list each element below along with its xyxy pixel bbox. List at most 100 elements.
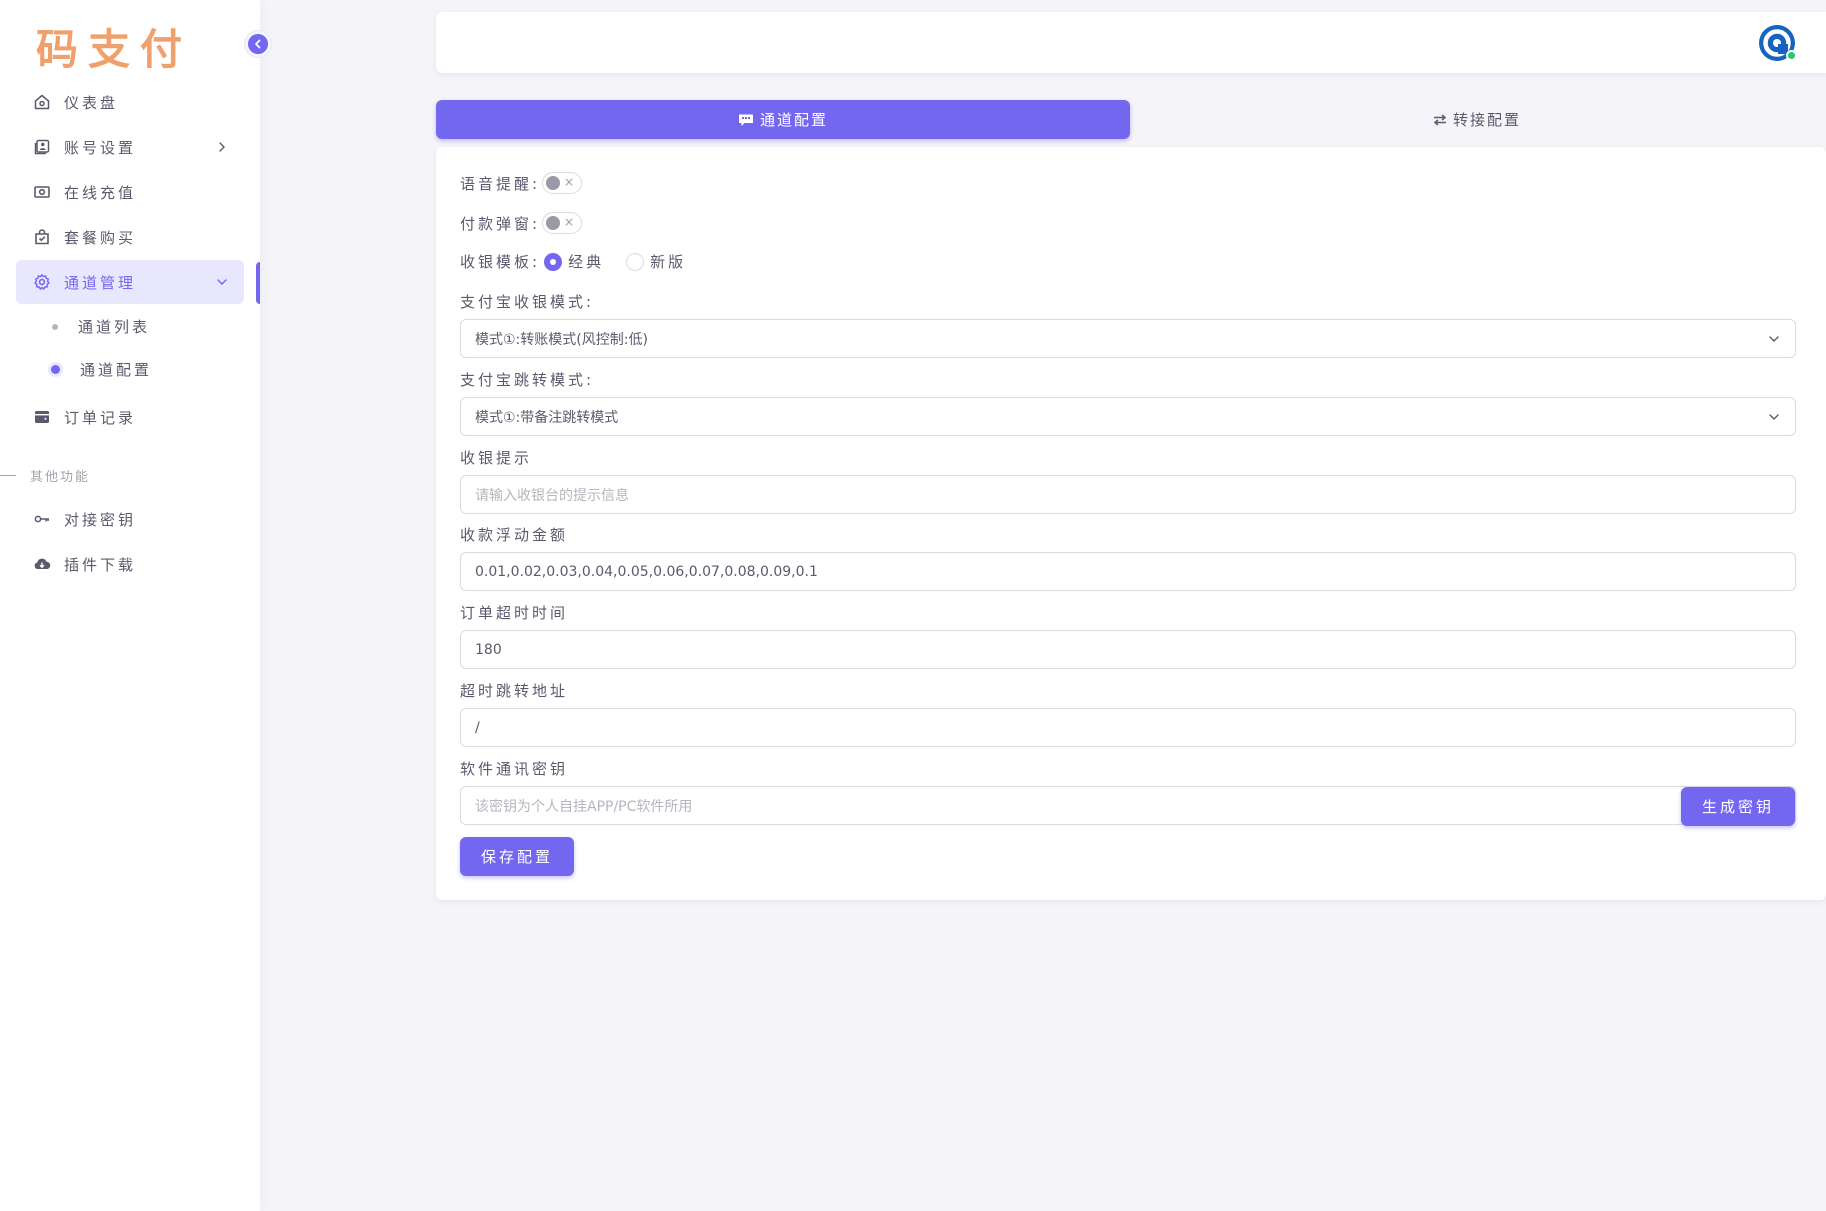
voice-reminder-toggle[interactable]: × [542, 172, 583, 194]
float-amount-field: 收款浮动金额 0.01,0.02,0.03,0.04,0.05,0.06,0.0… [460, 524, 1796, 591]
generate-key-button[interactable]: 生成密钥 [1681, 787, 1795, 826]
cloud-download-icon [32, 554, 52, 574]
order-timeout-input[interactable]: 180 [460, 630, 1796, 669]
sidebar-section-header: 其他功能 [0, 453, 244, 497]
user-avatar[interactable] [1758, 24, 1797, 62]
select-value: 模式①:带备注跳转模式 [475, 409, 619, 426]
sidebar-item-label: 对接密钥 [64, 510, 137, 529]
sidebar-item-label: 插件下载 [64, 555, 137, 574]
sidebar: 码支付 仪表盘 账号设置 在线充值 套餐购买 通道管理 通道列表 通道配置 订单… [0, 0, 271, 1211]
field-label: 支付宝收银模式: [460, 293, 595, 311]
sidebar-item-account-settings[interactable]: 账号设置 [16, 125, 244, 169]
bullet-dot-active-icon [51, 365, 60, 374]
select-value: 模式①:转账模式(风控制:低) [475, 331, 648, 348]
wallet-icon [32, 407, 52, 427]
section-divider [0, 474, 16, 476]
toggle-off-glyph: × [564, 215, 575, 229]
message-icon [738, 113, 754, 127]
float-amount-input[interactable]: 0.01,0.02,0.03,0.04,0.05,0.06,0.07,0.08,… [460, 552, 1796, 591]
home-icon [32, 92, 52, 112]
voice-reminder-label: 语音提醒: [460, 174, 541, 193]
chevron-right-icon [219, 142, 225, 152]
input-value: 0.01,0.02,0.03,0.04,0.05,0.06,0.07,0.08,… [475, 563, 818, 580]
radio-new-label[interactable]: 新版 [650, 251, 686, 272]
chevron-left-icon [255, 39, 261, 49]
cashier-tip-input[interactable]: 请输入收银台的提示信息 [460, 475, 1796, 514]
input-value: 180 [475, 641, 502, 658]
sidebar-item-integration-key[interactable]: 对接密钥 [16, 497, 244, 541]
cash-icon [32, 182, 52, 202]
payment-popup-row: 付款弹窗: × [460, 212, 583, 234]
alipay-cashier-mode-select[interactable]: 模式①:转账模式(风控制:低) [460, 319, 1796, 358]
chevron-down-icon [1769, 336, 1779, 342]
payment-popup-label: 付款弹窗: [460, 214, 541, 233]
timeout-redirect-input[interactable]: / [460, 708, 1796, 747]
shopping-bag-icon [32, 227, 52, 247]
config-tabs: 通道配置 转接配置 [436, 100, 1826, 139]
sidebar-item-label: 套餐购买 [64, 228, 137, 247]
tab-label: 转接配置 [1452, 111, 1521, 129]
section-header-label: 其他功能 [30, 469, 91, 485]
timeout-redirect-field: 超时跳转地址 / [460, 680, 1796, 747]
payment-popup-toggle[interactable]: × [542, 212, 583, 234]
input-placeholder: 请输入收银台的提示信息 [475, 487, 629, 504]
cashier-template-label: 收银模板: [460, 253, 541, 271]
sidebar-menu: 仪表盘 账号设置 在线充值 套餐购买 通道管理 通道列表 通道配置 订单记录 其… [0, 80, 244, 587]
submenu-item-label: 通道列表 [78, 318, 151, 336]
sidebar-item-label: 账号设置 [64, 138, 137, 157]
save-config-button[interactable]: 保存配置 [460, 837, 574, 876]
alipay-jump-mode-select[interactable]: 模式①:带备注跳转模式 [460, 397, 1796, 436]
user-profile-icon [32, 137, 52, 157]
radio-classic[interactable] [544, 252, 563, 271]
toggle-off-glyph: × [564, 175, 575, 189]
submenu-item-channel-config[interactable]: 通道配置 [16, 348, 244, 391]
submenu-item-label: 通道配置 [80, 361, 153, 379]
key-icon [32, 509, 52, 529]
sidebar-collapse-button[interactable] [245, 31, 271, 57]
software-key-input[interactable]: 该密钥为个人自挂APP/PC软件所用 生成密钥 [460, 786, 1796, 826]
cashier-template-row: 收银模板: 经典 新版 [460, 251, 704, 272]
online-status-dot [1786, 50, 1797, 61]
brand-logo[interactable]: 码支付 [36, 16, 192, 77]
software-key-field: 软件通讯密钥 该密钥为个人自挂APP/PC软件所用 生成密钥 [460, 758, 1796, 826]
swap-arrows-icon [1433, 113, 1447, 126]
settings-gear-icon [32, 272, 52, 292]
toggle-knob [546, 216, 561, 230]
sidebar-item-plugin-download[interactable]: 插件下载 [16, 542, 244, 586]
submenu-item-channel-list[interactable]: 通道列表 [16, 305, 244, 348]
sidebar-item-recharge[interactable]: 在线充值 [16, 170, 244, 214]
order-timeout-field: 订单超时时间 180 [460, 602, 1796, 669]
toggle-knob [546, 176, 561, 190]
sidebar-item-label: 仪表盘 [64, 93, 119, 112]
sidebar-item-label: 通道管理 [64, 273, 137, 292]
field-label: 支付宝跳转模式: [460, 371, 595, 389]
input-value: / [475, 719, 480, 736]
field-label: 收款浮动金额 [460, 526, 569, 544]
tab-transfer-config[interactable]: 转接配置 [1130, 100, 1824, 139]
channel-config-card: 语音提醒: × 付款弹窗: × 收银模板: 经典 新版 支付宝收银模式: 模式①… [436, 147, 1826, 900]
field-label: 收银提示 [460, 449, 533, 467]
sidebar-item-order-records[interactable]: 订单记录 [16, 395, 244, 439]
bullet-dot-icon [52, 323, 58, 330]
voice-reminder-row: 语音提醒: × [460, 172, 583, 194]
radio-new[interactable] [626, 252, 645, 271]
sidebar-item-label: 在线充值 [64, 183, 137, 202]
tab-channel-config[interactable]: 通道配置 [436, 100, 1130, 139]
sidebar-item-label: 订单记录 [64, 408, 137, 427]
sidebar-item-package-purchase[interactable]: 套餐购买 [16, 215, 244, 259]
sidebar-item-channel-management[interactable]: 通道管理 [16, 260, 244, 304]
input-placeholder: 该密钥为个人自挂APP/PC软件所用 [475, 798, 693, 815]
alipay-cashier-mode-field: 支付宝收银模式: 模式①:转账模式(风控制:低) [460, 291, 1796, 358]
active-indicator-bar [256, 262, 260, 304]
alipay-jump-mode-field: 支付宝跳转模式: 模式①:带备注跳转模式 [460, 369, 1796, 436]
cashier-tip-field: 收银提示 请输入收银台的提示信息 [460, 447, 1796, 514]
radio-classic-label[interactable]: 经典 [568, 251, 604, 272]
field-label: 订单超时时间 [460, 604, 569, 622]
field-label: 软件通讯密钥 [460, 760, 569, 778]
tab-label: 通道配置 [759, 111, 828, 129]
field-label: 超时跳转地址 [460, 682, 569, 700]
chevron-down-icon [1769, 414, 1779, 420]
sidebar-item-dashboard[interactable]: 仪表盘 [16, 80, 244, 124]
top-navbar [436, 12, 1826, 73]
chevron-down-icon [217, 279, 227, 285]
